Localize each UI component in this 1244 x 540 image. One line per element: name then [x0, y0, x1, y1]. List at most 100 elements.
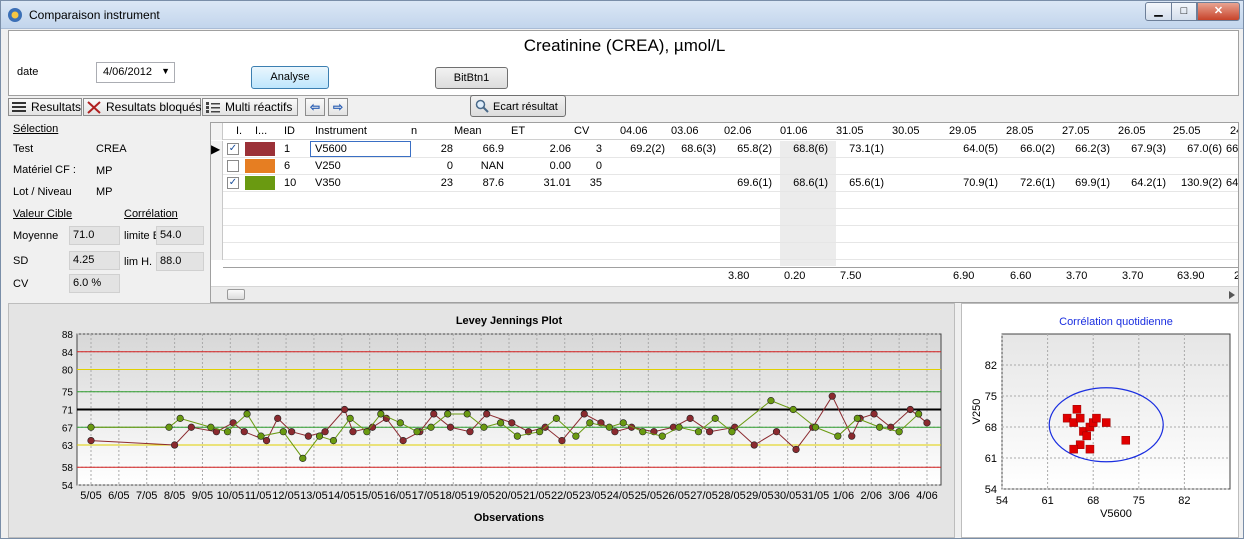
- table-row[interactable]: ▶ ✓ 1 V5600 28 66.9 2.06 3 69.2(2) 68.6(3) 65.8(2)…: [211, 141, 1238, 158]
- data-point: [1069, 444, 1078, 454]
- minimize-button[interactable]: ▁: [1145, 2, 1172, 21]
- column-header[interactable]: ET: [511, 125, 525, 137]
- column-header[interactable]: 30.05: [892, 125, 920, 137]
- x-tick-label: 61: [1041, 495, 1053, 507]
- column-header[interactable]: Instrument: [315, 125, 367, 137]
- column-header[interactable]: 31.05: [836, 125, 864, 137]
- data-point: [444, 410, 452, 418]
- data-point: [675, 423, 683, 431]
- column-header[interactable]: 27.05: [1062, 125, 1090, 137]
- row-checkbox[interactable]: ✓: [227, 143, 239, 155]
- data-point: [915, 410, 923, 418]
- data-point: [243, 410, 251, 418]
- table-row[interactable]: [211, 209, 1238, 226]
- table-row[interactable]: [211, 192, 1238, 209]
- mean-value: 87.6: [482, 177, 504, 189]
- close-button[interactable]: ✕: [1197, 2, 1240, 21]
- data-point: [728, 428, 736, 436]
- column-header[interactable]: 29.05: [949, 125, 977, 137]
- tab-resultats[interactable]: Resultats: [8, 98, 82, 116]
- sd-label: SD: [13, 255, 29, 267]
- arrow-right-icon[interactable]: [1229, 291, 1235, 299]
- x-tick-label: 11/05: [245, 490, 272, 502]
- chevron-down-icon[interactable]: ▼: [161, 66, 170, 76]
- column-header[interactable]: 24.0: [1230, 125, 1238, 137]
- data-point: [207, 423, 215, 431]
- data-point: [1072, 405, 1082, 414]
- column-header[interactable]: I.: [236, 125, 242, 137]
- et-value: 0.00: [549, 160, 571, 172]
- column-header[interactable]: 03.06: [671, 125, 699, 137]
- day-value: 64: [1226, 177, 1239, 189]
- cv-label: CV: [13, 278, 29, 290]
- data-point: [329, 436, 338, 445]
- data-point: [274, 414, 282, 422]
- cv-value: 3: [595, 143, 602, 155]
- horizontal-scrollbar[interactable]: [211, 286, 1238, 302]
- day-value: 73.1(1): [849, 143, 884, 155]
- column-header[interactable]: 26.05: [1118, 125, 1146, 137]
- x-tick-label: 14/05: [328, 490, 356, 502]
- x-axis-label: V5600: [1100, 508, 1132, 520]
- day-value: 65.8(2): [737, 143, 772, 155]
- x-tick-label: 17/05: [412, 490, 440, 502]
- instrument-color-swatch: [245, 142, 275, 156]
- arrow-left-icon: ⇦: [309, 100, 321, 114]
- tab-multi-reactifs[interactable]: Multi réactifs: [202, 98, 298, 116]
- x-tick-label: 75: [1133, 495, 1145, 507]
- column-header[interactable]: 04.06: [620, 125, 648, 137]
- data-point: [165, 423, 173, 431]
- footer-value: 3.80: [728, 270, 750, 282]
- x-tick-label: 28/05: [718, 490, 746, 502]
- data-point: [483, 410, 491, 418]
- data-point: [572, 432, 580, 440]
- header-panel: Creatinine (CREA), µmol/L date 4/06/2012…: [8, 30, 1239, 96]
- data-point: [288, 428, 296, 436]
- scrollbar-thumb[interactable]: [227, 289, 245, 300]
- limite-b-value: 54.0: [156, 226, 204, 245]
- x-tick-label: 10/05: [217, 490, 245, 502]
- maximize-button[interactable]: □: [1171, 2, 1197, 21]
- data-point: [767, 397, 775, 405]
- x-tick-label: 54: [996, 495, 1008, 507]
- column-header[interactable]: ID: [284, 125, 295, 137]
- table-row[interactable]: ✓ 10 V350 23 87.6 31.01 35 69.6(1) 68.6(1) 65.6(1…: [211, 175, 1239, 192]
- footer-value: 0.20: [784, 270, 806, 282]
- column-header[interactable]: 25.05: [1173, 125, 1201, 137]
- y-tick-label: 75: [62, 388, 74, 399]
- x-tick-label: 24/05: [607, 490, 635, 502]
- column-header[interactable]: 01.06: [780, 125, 808, 137]
- analyse-button[interactable]: Analyse: [251, 66, 329, 89]
- column-header[interactable]: Mean: [454, 125, 482, 137]
- column-header[interactable]: CV: [574, 125, 589, 137]
- et-value: 2.06: [549, 143, 571, 155]
- table-row[interactable]: 6 V250 0 NAN 0.00 0: [211, 158, 1238, 175]
- next-button[interactable]: ⇨: [328, 98, 348, 116]
- previous-button[interactable]: ⇦: [305, 98, 325, 116]
- column-header[interactable]: n: [411, 125, 417, 137]
- n-value: 28: [440, 143, 453, 155]
- date-picker[interactable]: 4/06/2012 ▼: [96, 62, 175, 83]
- cv-value: 35: [589, 177, 602, 189]
- grid-header-indicator: [211, 123, 223, 140]
- row-checkbox[interactable]: [227, 160, 239, 172]
- column-header[interactable]: 02.06: [724, 125, 752, 137]
- tab-resultats-bloques[interactable]: Resultats bloqués: [83, 98, 201, 116]
- focused-cell[interactable]: [310, 141, 411, 157]
- results-grid[interactable]: I. I... ID Instrument n Mean ET CV 04.06 03.06 02.…: [210, 122, 1239, 303]
- row-checkbox[interactable]: ✓: [227, 177, 239, 189]
- x-tick-label: 19/05: [467, 490, 495, 502]
- day-value: 65.6(1): [849, 177, 884, 189]
- column-header[interactable]: I...: [255, 125, 267, 137]
- ecart-resultat-button[interactable]: Ecart résultat: [470, 95, 566, 117]
- bitbtn1-button[interactable]: BitBtn1: [435, 67, 508, 89]
- x-tick-label: 82: [1178, 495, 1190, 507]
- x-tick-label: 26/05: [662, 490, 690, 502]
- title-bar[interactable]: Comparaison instrument ▁ □ ✕: [1, 1, 1243, 29]
- y-tick-label: 82: [985, 360, 997, 372]
- table-row[interactable]: [211, 226, 1238, 243]
- row-indicator: [211, 158, 223, 175]
- day-value: 68.8(6): [793, 143, 828, 155]
- table-row[interactable]: [211, 243, 1238, 260]
- column-header[interactable]: 28.05: [1006, 125, 1034, 137]
